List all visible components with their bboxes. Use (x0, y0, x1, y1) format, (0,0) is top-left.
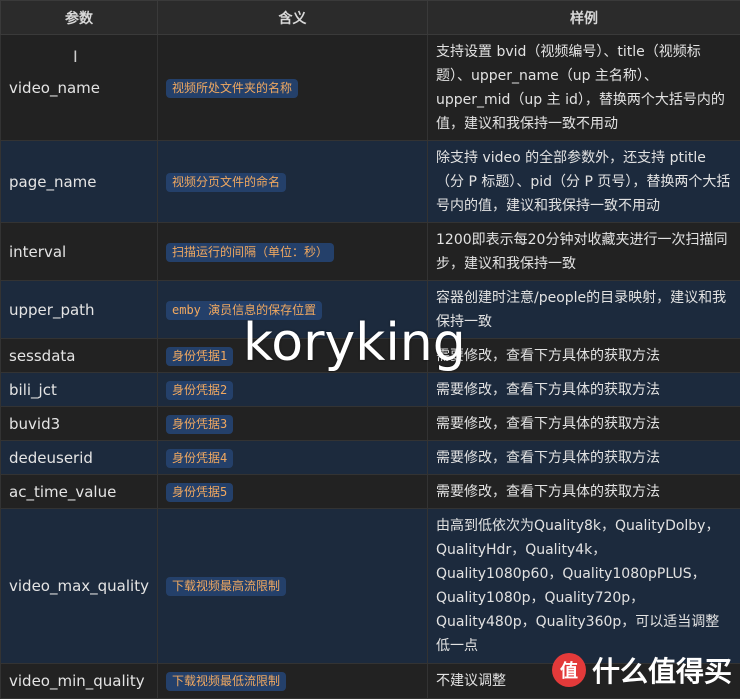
meaning-code: 身份凭据2 (166, 381, 233, 400)
example-cell: 需要修改，查看下方具体的获取方法 (428, 339, 740, 373)
param-cell: buvid3 (1, 407, 158, 441)
meaning-code: 扫描运行的间隔（单位：秒） (166, 243, 334, 262)
header-param: 参数 (1, 1, 158, 35)
table-row: interval 扫描运行的间隔（单位：秒） 1200即表示每20分钟对收藏夹进… (1, 223, 740, 281)
meaning-code: 身份凭据1 (166, 347, 233, 366)
table-row: dedeuserid 身份凭据4 需要修改，查看下方具体的获取方法 (1, 441, 740, 475)
param-cell: video_min_quality (1, 664, 158, 699)
meaning-code: 视频分页文件的命名 (166, 173, 286, 192)
table-row: bili_jct 身份凭据2 需要修改，查看下方具体的获取方法 (1, 373, 740, 407)
table-row: video_max_quality 下载视频最高流限制 由高到低依次为Quali… (1, 509, 740, 664)
example-cell: 支持设置 bvid（视频编号）、title（视频标题）、upper_name（u… (428, 35, 740, 141)
param-cell: sessdata (1, 339, 158, 373)
param-cell: dedeuserid (1, 441, 158, 475)
header-meaning: 含义 (158, 1, 428, 35)
param-cell: upper_path (1, 281, 158, 339)
meaning-code: 身份凭据5 (166, 483, 233, 502)
example-cell: 需要修改，查看下方具体的获取方法 (428, 475, 740, 509)
meaning-code: 视频所处文件夹的名称 (166, 79, 298, 98)
table-row: video_name 视频所处文件夹的名称 支持设置 bvid（视频编号）、ti… (1, 35, 740, 141)
table-row: ac_time_value 身份凭据5 需要修改，查看下方具体的获取方法 (1, 475, 740, 509)
example-cell: 需要修改，查看下方具体的获取方法 (428, 441, 740, 475)
header-row: 参数 含义 样例 (1, 1, 740, 35)
param-cell: video_max_quality (1, 509, 158, 664)
meaning-code: 身份凭据4 (166, 449, 233, 468)
table-row: upper_path emby 演员信息的保存位置 容器创建时注意/people… (1, 281, 740, 339)
example-cell: 1200即表示每20分钟对收藏夹进行一次扫描同步，建议和我保持一致 (428, 223, 740, 281)
example-cell: 除支持 video 的全部参数外，还支持 ptitle（分 P 标题）、pid（… (428, 141, 740, 223)
example-cell: 容器创建时注意/people的目录映射，建议和我保持一致 (428, 281, 740, 339)
example-cell: 由高到低依次为Quality8k，QualityDolby，QualityHdr… (428, 509, 740, 664)
param-cell: ac_time_value (1, 475, 158, 509)
table-row: sessdata 身份凭据1 需要修改，查看下方具体的获取方法 (1, 339, 740, 373)
example-cell: 需要修改，查看下方具体的获取方法 (428, 373, 740, 407)
meaning-code: 下载视频最高流限制 (166, 577, 286, 596)
logo-icon: 值 (552, 653, 586, 687)
param-cell: page_name (1, 141, 158, 223)
param-cell: bili_jct (1, 373, 158, 407)
meaning-code: 身份凭据3 (166, 415, 233, 434)
table-row: page_name 视频分页文件的命名 除支持 video 的全部参数外，还支持… (1, 141, 740, 223)
meaning-code: 下载视频最低流限制 (166, 672, 286, 691)
example-cell: 需要修改，查看下方具体的获取方法 (428, 407, 740, 441)
logo-text: 什么值得买 (592, 650, 732, 690)
params-table: 参数 含义 样例 video_name 视频所处文件夹的名称 支持设置 bvid… (0, 0, 740, 699)
text-cursor-icon: I (73, 48, 81, 66)
header-example: 样例 (428, 1, 740, 35)
site-logo: 值 什么值得买 (552, 650, 732, 690)
param-cell: interval (1, 223, 158, 281)
table-row: buvid3 身份凭据3 需要修改，查看下方具体的获取方法 (1, 407, 740, 441)
meaning-code: emby 演员信息的保存位置 (166, 301, 322, 320)
